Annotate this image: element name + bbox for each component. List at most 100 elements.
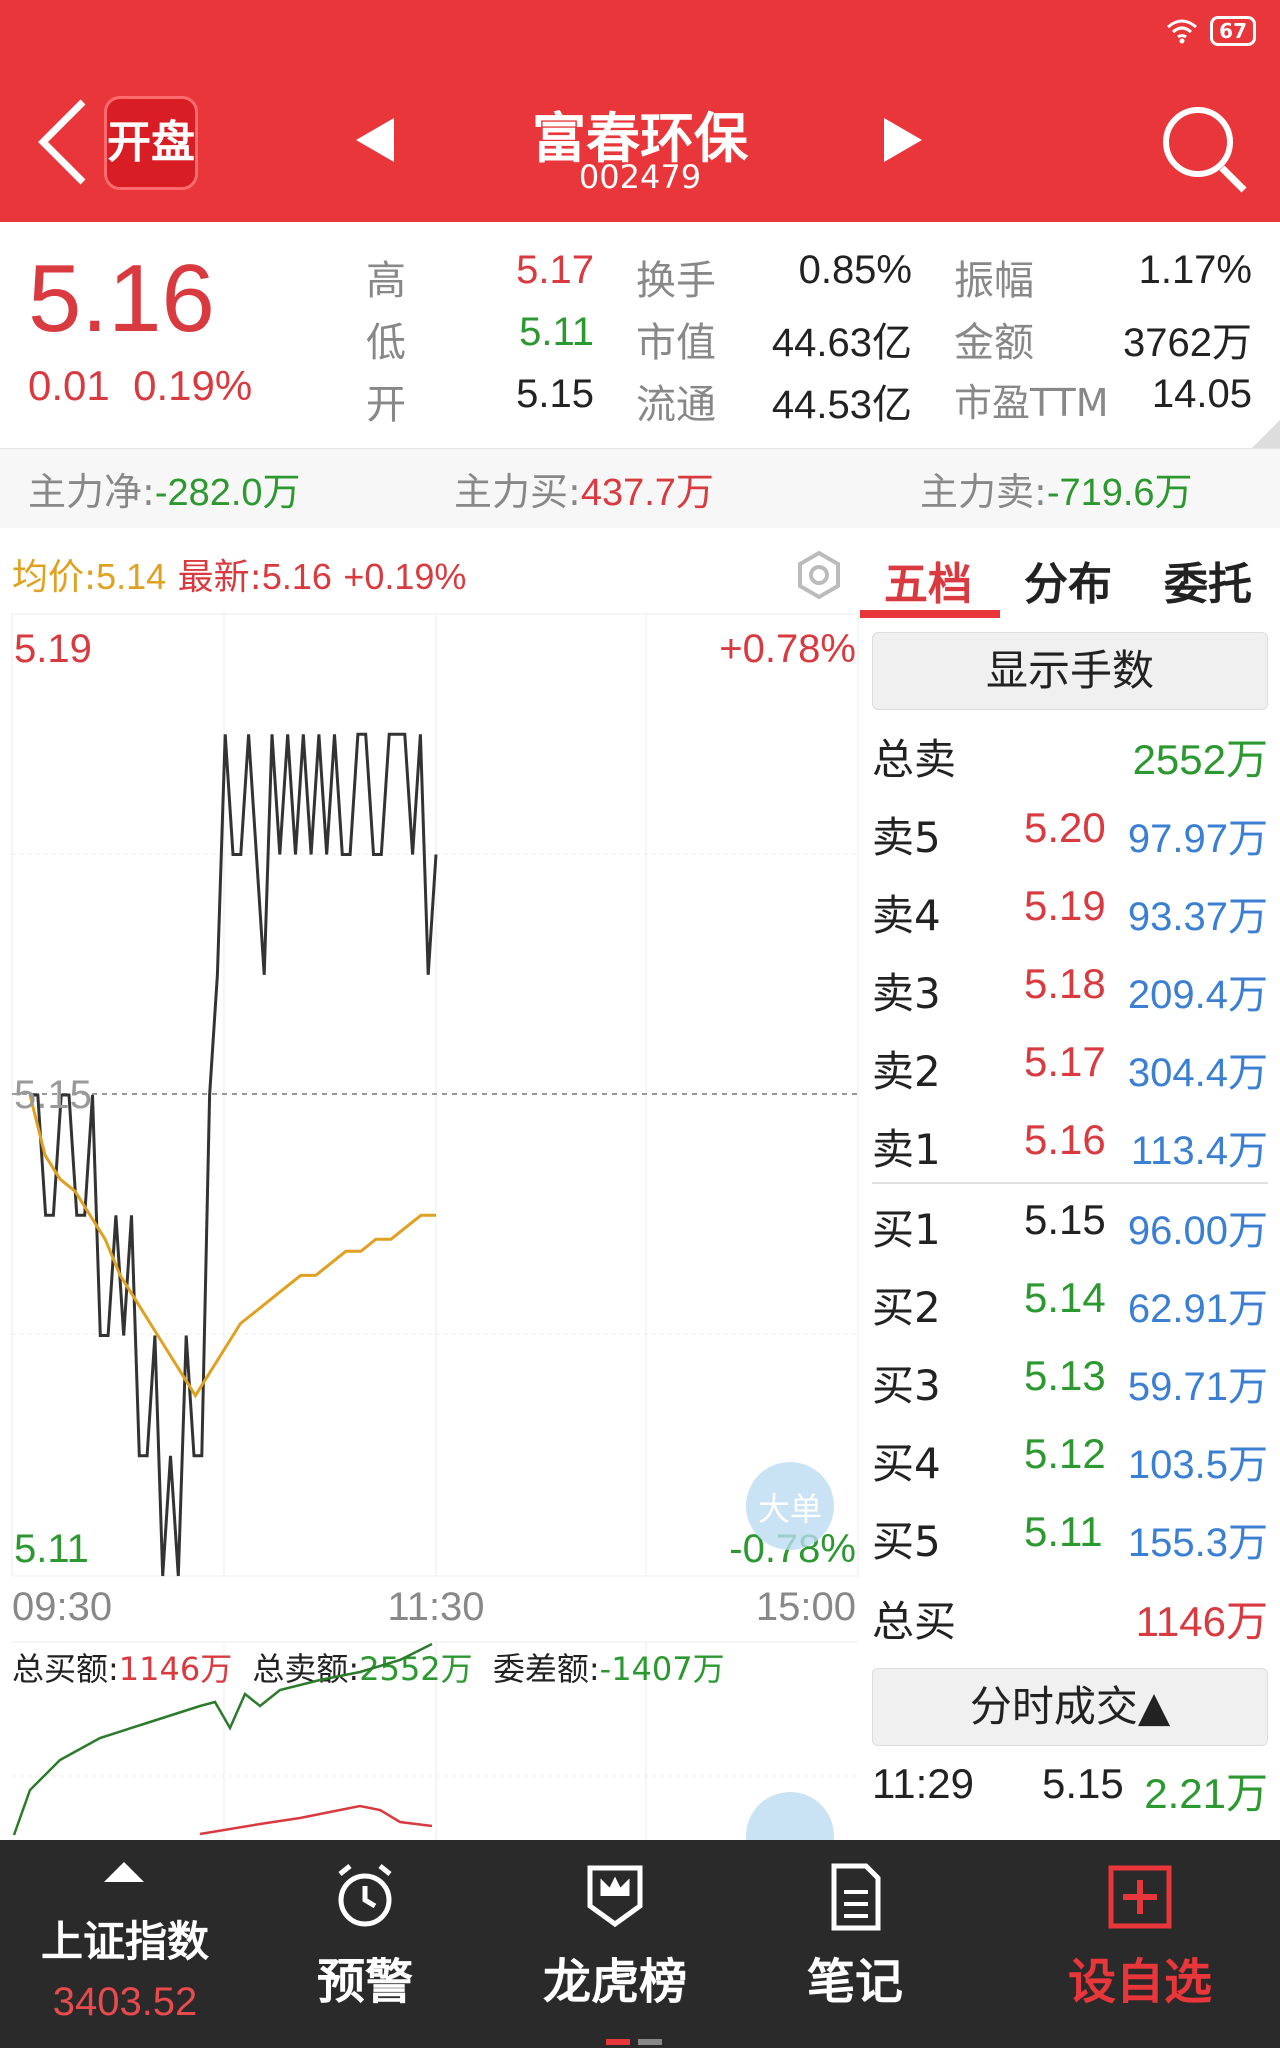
bid-volume: 96.00万: [1127, 1209, 1268, 1253]
bid-price: 5.12: [1024, 1430, 1106, 1477]
amplitude-value: 1.17%: [1138, 248, 1252, 292]
tab-entrust[interactable]: 委托: [1164, 548, 1252, 612]
bid-row[interactable]: 买3 5.13 59.71万: [872, 1340, 1268, 1418]
bid-label: 买1: [872, 1205, 941, 1254]
prev-stock-button[interactable]: [356, 118, 394, 162]
tab-five-levels[interactable]: 五档: [884, 548, 972, 612]
main-buy-label: 主力买:: [454, 470, 581, 514]
bid-row[interactable]: 买5 5.11 155.3万: [872, 1496, 1268, 1574]
ask-volume: 93.37万: [1127, 895, 1268, 939]
low-label: 低: [366, 320, 406, 366]
avg-price-label: 均价:: [12, 557, 97, 598]
crown-shield-icon: [587, 1865, 643, 1928]
ask-label: 卖1: [872, 1125, 941, 1174]
scroll-top-button[interactable]: [746, 1792, 834, 1840]
bid-label: 买2: [872, 1283, 941, 1332]
x-tick-close: 15:00: [756, 1585, 856, 1629]
bid-price: 5.14: [1024, 1274, 1106, 1321]
ask-price: 5.19: [1024, 882, 1106, 929]
nav-dragon-tiger[interactable]: 龙虎榜: [510, 1840, 720, 2048]
ask-row[interactable]: 卖2 5.17 304.4万: [872, 1026, 1268, 1104]
latest-pct: +0.19%: [343, 556, 467, 597]
settings-icon[interactable]: [794, 550, 844, 600]
bid-row[interactable]: 买2 5.14 62.91万: [872, 1262, 1268, 1340]
main-net: 主力净:-282.0万: [28, 461, 301, 516]
bid-row[interactable]: 买4 5.12 103.5万: [872, 1418, 1268, 1496]
x-tick-midday: 11:30: [387, 1585, 484, 1629]
price-line: [30, 732, 438, 1577]
change-percent: 0.19%: [133, 362, 253, 409]
bid-label: 买3: [872, 1361, 941, 1410]
big-order-badge[interactable]: 大单: [758, 1490, 822, 1528]
document-icon: [831, 1863, 881, 1931]
open-value: 5.15: [516, 372, 594, 416]
alarm-clock-icon: [338, 1864, 392, 1927]
bid-price: 5.15: [1024, 1196, 1106, 1243]
main-sell-label: 主力卖:: [920, 470, 1047, 514]
ask-row[interactable]: 卖3 5.18 209.4万: [872, 948, 1268, 1026]
tick-trades-toggle[interactable]: 分时成交▲: [872, 1668, 1268, 1746]
latest-value: 5.16: [261, 556, 332, 597]
ask-row[interactable]: 卖1 5.16 113.4万: [872, 1104, 1268, 1182]
market-cap-value: 44.63亿: [771, 321, 912, 365]
high-value: 5.17: [516, 248, 594, 292]
capital-flow-bar: 主力净:-282.0万 主力买:437.7万 主力卖:-719.6万: [0, 448, 1280, 528]
main-net-label: 主力净:: [28, 470, 155, 514]
tab-distribution[interactable]: 分布: [1024, 548, 1112, 612]
nav-notes-label: 笔记: [806, 1954, 903, 2010]
turnover-value: 0.85%: [798, 248, 912, 292]
order-diff-value: -1407万: [600, 1650, 725, 1688]
tick-volume: 2.21万: [1144, 1770, 1268, 1817]
ask-row[interactable]: 卖5 5.20 97.97万: [872, 792, 1268, 870]
bid-price: 5.13: [1024, 1352, 1106, 1399]
stock-code: 002479: [578, 158, 702, 196]
y-tick-bottom: 5.11: [14, 1527, 89, 1571]
amount-value: 3762万: [1123, 321, 1252, 365]
ask-volume: 304.4万: [1127, 1051, 1268, 1095]
bid-volume: 62.91万: [1127, 1287, 1268, 1331]
sell-amount-line: [199, 1804, 433, 1836]
ask-label: 卖2: [872, 1047, 941, 1096]
ask-label: 卖3: [872, 969, 941, 1018]
ask-row[interactable]: 卖4 5.19 93.37万: [872, 870, 1268, 948]
back-arrow-icon[interactable]: [28, 92, 98, 192]
nav-notes[interactable]: 笔记: [750, 1840, 960, 2048]
app-header: 67 开盘 富春环保 002479: [0, 0, 1280, 222]
change-value: 0.01: [28, 362, 110, 409]
bid-volume: 59.71万: [1127, 1365, 1268, 1409]
nav-index[interactable]: 上证指数 3403.52: [0, 1840, 250, 2048]
search-icon[interactable]: [1154, 100, 1254, 200]
total-sell-value: 2552万: [1132, 736, 1268, 783]
y-tick-top: 5.19: [14, 627, 92, 671]
ask-price: 5.17: [1024, 1038, 1106, 1085]
expand-corner-icon[interactable]: [1252, 420, 1280, 448]
chart-legend: 均价:5.14 最新:5.16 +0.19%: [12, 548, 466, 600]
total-buy-amount-value: 1146万: [119, 1650, 232, 1688]
main-buy: 主力买:437.7万: [454, 461, 714, 516]
show-hands-button[interactable]: 显示手数: [872, 632, 1268, 710]
bid-row[interactable]: 买1 5.15 96.00万: [872, 1184, 1268, 1262]
page-dot: [638, 2039, 662, 2045]
pct-tick-top: +0.78%: [719, 627, 856, 671]
kaipan-logo[interactable]: 开盘: [104, 96, 198, 190]
total-sell-amount-value: 2552万: [359, 1650, 472, 1688]
total-buy-row: 总买 1146万: [872, 1576, 1268, 1654]
next-stock-button[interactable]: [884, 118, 922, 162]
intraday-chart[interactable]: 5.19 5.15 5.11 +0.78% -0.78% 大单 09:30 11…: [0, 610, 860, 1840]
total-sell-row: 总卖 2552万: [872, 714, 1268, 792]
nav-alert[interactable]: 预警: [260, 1840, 470, 2048]
amplitude-label: 振幅: [954, 258, 1034, 304]
ask-volume: 113.4万: [1130, 1129, 1268, 1173]
nav-add-favorite[interactable]: 设自选: [1020, 1840, 1260, 2048]
market-cap-label: 市值: [636, 320, 716, 366]
ask-price: 5.20: [1024, 804, 1106, 851]
ask-volume: 97.97万: [1127, 817, 1268, 861]
y-tick-mid: 5.15: [14, 1073, 92, 1117]
avg-price-value: 5.14: [96, 556, 167, 597]
ask-volume: 209.4万: [1127, 973, 1268, 1017]
turnover-label: 换手: [636, 258, 716, 304]
main-net-value: -282.0万: [154, 472, 301, 514]
nav-add-favorite-label: 设自选: [1067, 1954, 1212, 2010]
order-diff-label: 委差额:: [493, 1650, 600, 1688]
index-name: 上证指数: [40, 1917, 209, 1966]
